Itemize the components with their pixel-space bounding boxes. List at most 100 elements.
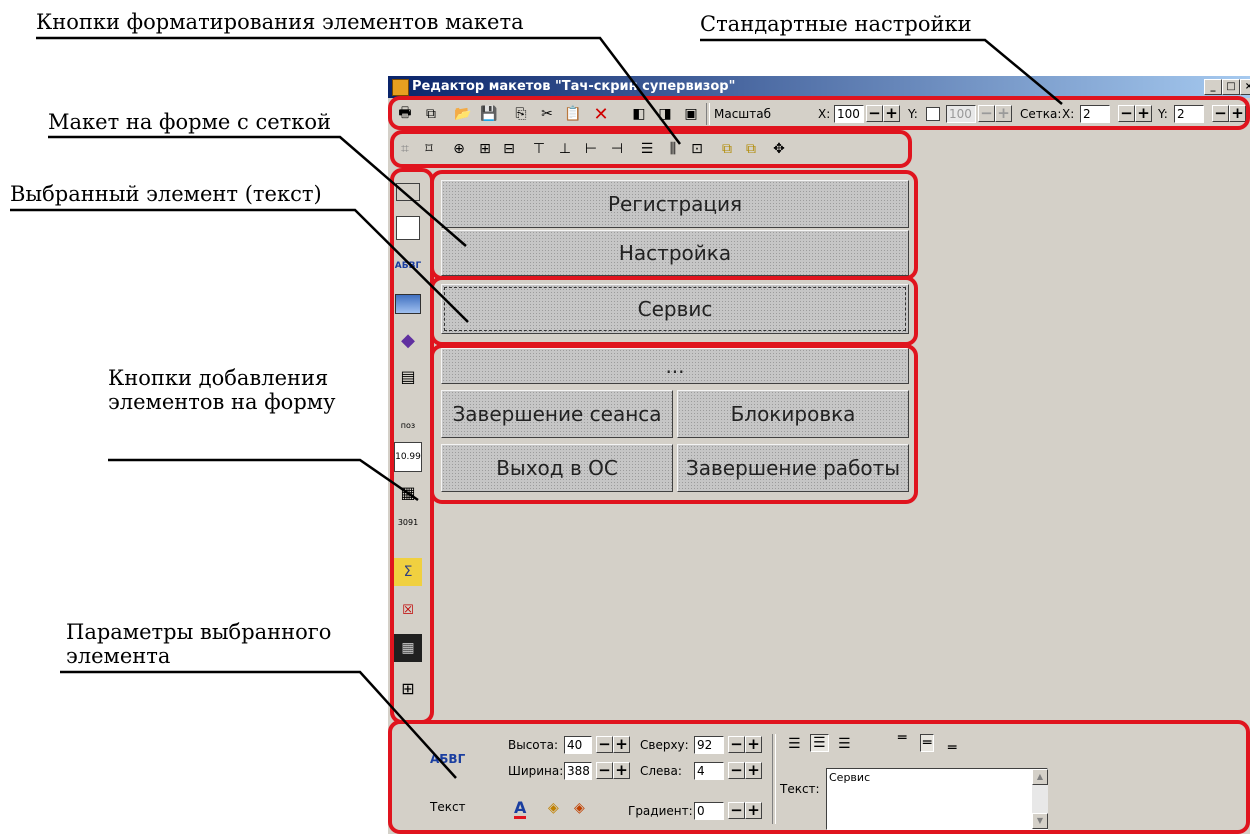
- left-plus-button[interactable]: +: [745, 762, 762, 779]
- grid-x-minus-button[interactable]: −: [1118, 105, 1135, 122]
- text-label: Текст:: [780, 782, 820, 796]
- form-button-lock[interactable]: Блокировка: [677, 390, 909, 438]
- add-tree-icon[interactable]: ⊞: [394, 674, 422, 702]
- scale-y-input[interactable]: 100: [946, 105, 976, 123]
- add-object-icon[interactable]: ◆: [394, 326, 422, 354]
- params-separator: [772, 734, 776, 824]
- width-input[interactable]: 388: [564, 762, 592, 780]
- scale-label: Масштаб: [714, 107, 772, 121]
- delete-icon[interactable]: ✕: [590, 103, 612, 125]
- element-type-label: Текст: [430, 800, 466, 814]
- space-horizontal-icon[interactable]: ⫼: [662, 138, 684, 160]
- height-plus-button[interactable]: +: [613, 736, 630, 753]
- font-color-icon[interactable]: A: [514, 800, 527, 819]
- scale-y-checkbox[interactable]: [926, 107, 940, 121]
- add-button-icon[interactable]: [394, 178, 422, 206]
- scale-x-input[interactable]: 100: [834, 105, 864, 123]
- space-vertical-icon[interactable]: ☰: [636, 138, 658, 160]
- move-icon[interactable]: ✥: [768, 138, 790, 160]
- same-width-icon[interactable]: ⊞: [474, 138, 496, 160]
- scale-y-minus-button[interactable]: −: [978, 105, 995, 122]
- add-image-icon[interactable]: [394, 290, 422, 318]
- height-minus-button[interactable]: −: [596, 736, 613, 753]
- grid-y-plus-button[interactable]: +: [1229, 105, 1246, 122]
- gradient-input[interactable]: 0: [694, 802, 724, 820]
- save-icon[interactable]: 💾: [478, 103, 500, 125]
- back-icon[interactable]: ◨: [654, 103, 676, 125]
- top-minus-button[interactable]: −: [728, 736, 745, 753]
- front-icon[interactable]: ◧: [628, 103, 650, 125]
- align-bottom-icon[interactable]: ⊥: [554, 138, 576, 160]
- align-right-icon[interactable]: ⊣: [606, 138, 628, 160]
- align-center-text-icon[interactable]: ☰: [810, 734, 829, 752]
- top-input[interactable]: 92: [694, 736, 724, 754]
- valign-bottom-icon[interactable]: ═: [948, 740, 956, 756]
- valign-middle-icon[interactable]: ═: [920, 734, 935, 752]
- grid-y-input[interactable]: 2: [1174, 105, 1204, 123]
- left-input[interactable]: 4: [694, 762, 724, 780]
- form-button-more[interactable]: ...: [441, 348, 909, 384]
- snap-grid-icon[interactable]: ⌗: [394, 138, 416, 160]
- width-minus-button[interactable]: −: [596, 762, 613, 779]
- add-panel-icon[interactable]: [394, 214, 422, 242]
- maximize-button[interactable]: □: [1222, 79, 1240, 95]
- grid-x-input[interactable]: 2: [1080, 105, 1110, 123]
- gradient-minus-button[interactable]: −: [728, 802, 745, 819]
- text-scrollbar[interactable]: ▲ ▼: [1032, 769, 1048, 829]
- form-button-settings[interactable]: Настройка: [441, 230, 909, 276]
- copy-layout-icon[interactable]: ⧉: [420, 103, 442, 125]
- fill-color-icon[interactable]: ◈: [548, 800, 559, 816]
- grid-y-minus-button[interactable]: −: [1212, 105, 1229, 122]
- form-button-registration[interactable]: Регистрация: [441, 180, 909, 228]
- paste-icon[interactable]: 📋: [562, 103, 584, 125]
- grid-x-plus-button[interactable]: +: [1135, 105, 1152, 122]
- open-folder-icon[interactable]: 📂: [452, 103, 474, 125]
- close-button[interactable]: ×: [1240, 79, 1250, 95]
- gradient-color-icon[interactable]: ◈: [574, 800, 585, 816]
- add-sum-icon[interactable]: Σ: [394, 558, 422, 586]
- send-backward-icon[interactable]: ⧉: [740, 138, 762, 160]
- bring-forward-icon[interactable]: ⧉: [716, 138, 738, 160]
- add-checkbox-icon[interactable]: ☒: [394, 596, 422, 624]
- callout-format-buttons: Кнопки форматирования элементов макета: [36, 10, 524, 34]
- scroll-up-button[interactable]: ▲: [1032, 769, 1048, 785]
- same-height-icon[interactable]: ⊟: [498, 138, 520, 160]
- form-button-service[interactable]: Сервис: [441, 284, 909, 334]
- scale-x-plus-button[interactable]: +: [883, 105, 900, 122]
- copy-icon[interactable]: ⎘: [510, 103, 532, 125]
- valign-top-icon[interactable]: ═: [898, 730, 906, 746]
- add-number-icon[interactable]: 10.99: [394, 442, 422, 472]
- minimize-button[interactable]: _: [1204, 79, 1222, 95]
- scroll-down-button[interactable]: ▼: [1032, 813, 1048, 829]
- align-right-text-icon[interactable]: ☰: [838, 736, 851, 752]
- gradient-plus-button[interactable]: +: [745, 802, 762, 819]
- grid-toggle-icon[interactable]: ▣: [680, 103, 702, 125]
- scale-x-minus-button[interactable]: −: [866, 105, 883, 122]
- align-top-icon[interactable]: ⊤: [528, 138, 550, 160]
- top-plus-button[interactable]: +: [745, 736, 762, 753]
- cut-icon[interactable]: ✂: [536, 103, 558, 125]
- align-left-icon[interactable]: ⊢: [580, 138, 602, 160]
- print-icon[interactable]: 🖶: [394, 103, 416, 125]
- add-position-icon[interactable]: поз: [394, 402, 422, 430]
- add-video-icon[interactable]: ▦: [394, 634, 422, 662]
- left-label: Слева:: [640, 764, 682, 778]
- form-button-shutdown[interactable]: Завершение работы: [677, 444, 909, 492]
- text-input[interactable]: Сервис: [826, 768, 1048, 830]
- add-table-icon[interactable]: ▦: [394, 478, 422, 506]
- center-group-icon[interactable]: ⊡: [686, 138, 708, 160]
- snap-size-icon[interactable]: ⌑: [418, 138, 440, 160]
- add-info-icon[interactable]: 3091: [394, 518, 422, 546]
- height-input[interactable]: 40: [564, 736, 592, 754]
- form-button-exit-os[interactable]: Выход в ОС: [441, 444, 673, 492]
- scale-y-plus-button[interactable]: +: [995, 105, 1012, 122]
- center-icon[interactable]: ⊕: [448, 138, 470, 160]
- add-text-icon[interactable]: АБВГ: [394, 252, 422, 280]
- add-list-icon[interactable]: ▤: [394, 362, 422, 390]
- form-button-end-session[interactable]: Завершение сеанса: [441, 390, 673, 438]
- left-minus-button[interactable]: −: [728, 762, 745, 779]
- text-input-value: Сервис: [829, 771, 871, 784]
- width-plus-button[interactable]: +: [613, 762, 630, 779]
- standard-toolbar: 🖶 ⧉ 📂 💾 ⎘ ✂ 📋 ✕ ◧ ◨ ▣ Масштаб X: 100 − +…: [388, 100, 1250, 128]
- align-left-text-icon[interactable]: ☰: [788, 736, 801, 752]
